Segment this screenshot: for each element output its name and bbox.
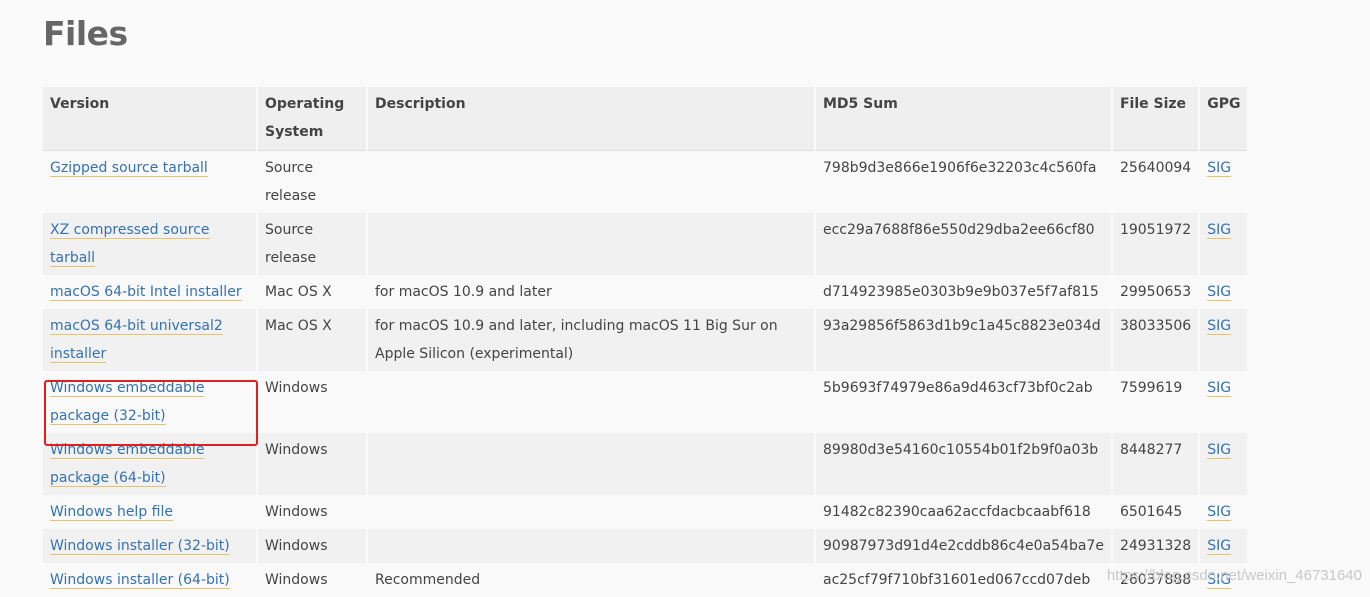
download-link[interactable]: Windows embeddable package (64-bit) xyxy=(50,442,205,487)
sig-link[interactable]: SIG xyxy=(1207,380,1232,397)
description-cell: for macOS 10.9 and later xyxy=(366,275,814,309)
download-link[interactable]: macOS 64-bit Intel installer xyxy=(50,284,242,301)
sig-link[interactable]: SIG xyxy=(1207,538,1232,555)
table-row: Windows embeddable package (64-bit) Wind… xyxy=(43,433,1248,495)
table-row: Gzipped source tarball Source release 79… xyxy=(43,151,1248,213)
file-size-cell: 6501645 xyxy=(1110,495,1199,529)
gpg-cell: SIG xyxy=(1198,213,1248,275)
gpg-cell: SIG xyxy=(1198,495,1248,529)
sig-link[interactable]: SIG xyxy=(1207,318,1232,335)
description-cell xyxy=(366,529,814,563)
sig-link[interactable]: SIG xyxy=(1207,160,1232,177)
page-title: Files xyxy=(43,14,128,53)
sig-link[interactable]: SIG xyxy=(1207,442,1232,459)
column-header-operating-system: Operating System xyxy=(256,87,366,151)
download-link[interactable]: Gzipped source tarball xyxy=(50,160,208,177)
description-cell xyxy=(366,371,814,433)
md5-cell: 90987973d91d4e2cddb86c4e0a54ba7e xyxy=(814,529,1111,563)
description-cell xyxy=(366,151,814,213)
os-cell: Source release xyxy=(256,213,366,275)
download-link[interactable]: XZ compressed source tarball xyxy=(50,222,210,267)
description-cell xyxy=(366,433,814,495)
md5-cell: ecc29a7688f86e550d29dba2ee66cf80 xyxy=(814,213,1111,275)
watermark: https://blog.csdn.net/weixin_46731640 xyxy=(1106,567,1362,584)
gpg-cell: SIG xyxy=(1198,275,1248,309)
os-cell: Windows xyxy=(256,495,366,529)
download-link[interactable]: Windows installer (64-bit) xyxy=(50,572,230,589)
sig-link[interactable]: SIG xyxy=(1207,284,1232,301)
os-cell: Windows xyxy=(256,433,366,495)
table-row: XZ compressed source tarball Source rele… xyxy=(43,213,1248,275)
os-cell: Windows xyxy=(256,371,366,433)
file-size-cell: 8448277 xyxy=(1110,433,1199,495)
file-size-cell: 25640094 xyxy=(1110,151,1199,213)
column-header-gpg: GPG xyxy=(1198,87,1248,151)
os-cell: Mac OS X xyxy=(256,275,366,309)
download-link[interactable]: Windows help file xyxy=(50,504,173,521)
os-cell: Source release xyxy=(256,151,366,213)
os-cell: Mac OS X xyxy=(256,309,366,371)
version-cell: Windows help file xyxy=(43,495,256,529)
files-table: Version Operating System Description MD5… xyxy=(43,87,1248,597)
file-size-cell: 38033506 xyxy=(1110,309,1199,371)
file-size-cell: 29950653 xyxy=(1110,275,1199,309)
md5-cell: 93a29856f5863d1b9c1a45c8823e034d xyxy=(814,309,1111,371)
column-header-md5-sum: MD5 Sum xyxy=(814,87,1111,151)
md5-cell: 798b9d3e866e1906f6e32203c4c560fa xyxy=(814,151,1111,213)
table-row: macOS 64-bit Intel installer Mac OS X fo… xyxy=(43,275,1248,309)
version-cell: macOS 64-bit Intel installer xyxy=(43,275,256,309)
version-cell: Windows embeddable package (32-bit) xyxy=(43,371,256,433)
table-row: Windows installer (32-bit) Windows 90987… xyxy=(43,529,1248,563)
table-row: macOS 64-bit universal2 installer Mac OS… xyxy=(43,309,1248,371)
version-cell: Gzipped source tarball xyxy=(43,151,256,213)
file-size-cell: 19051972 xyxy=(1110,213,1199,275)
version-cell: Windows installer (32-bit) xyxy=(43,529,256,563)
md5-cell: d714923985e0303b9e9b037e5f7af815 xyxy=(814,275,1111,309)
gpg-cell: SIG xyxy=(1198,371,1248,433)
sig-link[interactable]: SIG xyxy=(1207,504,1232,521)
table-header-row: Version Operating System Description MD5… xyxy=(43,87,1248,151)
table-row: Windows help file Windows 91482c82390caa… xyxy=(43,495,1248,529)
gpg-cell: SIG xyxy=(1198,433,1248,495)
column-header-file-size: File Size xyxy=(1110,87,1199,151)
description-cell xyxy=(366,213,814,275)
md5-cell: 89980d3e54160c10554b01f2b9f0a03b xyxy=(814,433,1111,495)
os-cell: Windows xyxy=(256,529,366,563)
gpg-cell: SIG xyxy=(1198,529,1248,563)
gpg-cell: SIG xyxy=(1198,151,1248,213)
download-link[interactable]: Windows installer (32-bit) xyxy=(50,538,230,555)
description-cell xyxy=(366,495,814,529)
version-cell: Windows embeddable package (64-bit) xyxy=(43,433,256,495)
description-cell: for macOS 10.9 and later, including macO… xyxy=(366,309,814,371)
md5-cell: 5b9693f74979e86a9d463cf73bf0c2ab xyxy=(814,371,1111,433)
column-header-description: Description xyxy=(366,87,814,151)
download-link[interactable]: Windows embeddable package (32-bit) xyxy=(50,380,205,425)
column-header-version: Version xyxy=(43,87,256,151)
file-size-cell: 24931328 xyxy=(1110,529,1199,563)
gpg-cell: SIG xyxy=(1198,309,1248,371)
version-cell: XZ compressed source tarball xyxy=(43,213,256,275)
table-row: Windows embeddable package (32-bit) Wind… xyxy=(43,371,1248,433)
version-cell: macOS 64-bit universal2 installer xyxy=(43,309,256,371)
sig-link[interactable]: SIG xyxy=(1207,222,1232,239)
download-link[interactable]: macOS 64-bit universal2 installer xyxy=(50,318,223,363)
file-size-cell: 7599619 xyxy=(1110,371,1199,433)
md5-cell: 91482c82390caa62accfdacbcaabf618 xyxy=(814,495,1111,529)
